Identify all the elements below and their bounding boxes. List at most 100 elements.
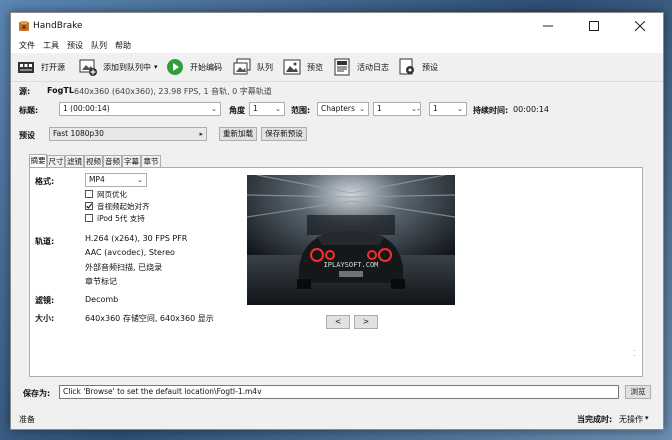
ipod-support-checkbox[interactable] xyxy=(85,214,93,222)
align-av-label: 音视频起始对齐 xyxy=(97,202,150,211)
window-title: HandBrake xyxy=(33,21,83,31)
menu-tools[interactable]: 工具 xyxy=(43,40,59,51)
close-icon xyxy=(635,21,645,31)
track-video: H.264 (x264), 30 FPS PFR xyxy=(85,234,188,243)
chevron-down-icon: ⌄ xyxy=(457,105,463,113)
preset-selector[interactable]: Fast 1080p30 ▸ xyxy=(49,127,207,141)
chevron-down-icon[interactable]: ▾ xyxy=(645,414,649,422)
tab-filters[interactable]: 滤镜 xyxy=(65,155,84,167)
source-info: 640x360 (640x360), 23.98 FPS, 1 音轨, 0 字幕… xyxy=(74,87,272,96)
format-select-value: MP4 xyxy=(89,175,105,184)
save-as-label: 保存为: xyxy=(23,389,51,398)
source-name: FogTL xyxy=(47,86,74,95)
presets-button[interactable]: 预设 xyxy=(398,57,438,77)
handbrake-app-icon xyxy=(19,21,29,31)
preview-image-icon xyxy=(283,59,301,75)
angle-select-value: 1 xyxy=(253,104,258,113)
queue-button[interactable]: 队列 xyxy=(233,57,273,77)
add-to-queue-label: 添加到队列中 xyxy=(103,62,151,72)
checkmark-icon xyxy=(86,203,93,209)
preview-button[interactable]: 预览 xyxy=(283,57,323,77)
browse-button[interactable]: 浏览 xyxy=(625,385,651,399)
chevron-down-icon: ⌄ xyxy=(137,176,143,184)
chevron-down-icon: ⌄ xyxy=(275,105,281,113)
range-start-value: 1 xyxy=(377,104,382,113)
tab-chapters[interactable]: 章节 xyxy=(141,155,161,167)
angle-select[interactable]: 1 ⌄ xyxy=(249,102,285,116)
save-new-preset-button[interactable]: 保存新预设 xyxy=(261,127,307,141)
title-select-value: 1 (00:00:14) xyxy=(63,104,110,113)
title-select[interactable]: 1 (00:00:14) ⌄ xyxy=(59,102,221,116)
track-chapters: 章节标记 xyxy=(85,277,117,286)
menu-bar: 文件 工具 预设 队列 帮助 xyxy=(11,39,663,53)
menu-help[interactable]: 帮助 xyxy=(115,40,131,51)
angle-label: 角度 xyxy=(229,106,245,115)
title-label: 标题: xyxy=(19,106,39,115)
reload-preset-button[interactable]: 重新加载 xyxy=(219,127,257,141)
open-source-label: 打开源 xyxy=(41,62,65,72)
menu-presets[interactable]: 预设 xyxy=(67,40,83,51)
tab-subtitles[interactable]: 字幕 xyxy=(122,155,141,167)
log-icon xyxy=(334,58,350,76)
preview-watermark: IPLAYSOFT.COM xyxy=(324,261,379,269)
title-bar: HandBrake xyxy=(11,13,663,39)
tab-dimensions[interactable]: 尺寸 xyxy=(47,155,65,167)
play-icon xyxy=(167,59,183,75)
align-av-checkbox[interactable] xyxy=(85,202,93,210)
start-encode-button[interactable]: 开始编码 xyxy=(166,57,222,77)
when-done-select[interactable]: 无操作 xyxy=(619,414,643,425)
tab-video[interactable]: 视频 xyxy=(84,155,103,167)
activity-log-label: 活动日志 xyxy=(357,62,389,72)
toolbar: 打开源 添加到队列中 ▾ 开始编码 队列 预览 活动日志 预设 xyxy=(11,54,663,82)
minimize-button[interactable] xyxy=(525,13,571,39)
handbrake-window: HandBrake 文件 工具 预设 队列 帮助 打开源 添加到队列中 ▾ 开始… xyxy=(10,12,664,430)
format-select[interactable]: MP4 ⌄ xyxy=(85,173,147,187)
activity-log-button[interactable]: 活动日志 xyxy=(333,57,389,77)
chevron-down-icon: ⌄ xyxy=(359,105,365,113)
queue-icon xyxy=(233,58,251,75)
range-label: 范围: xyxy=(291,106,311,115)
resize-grip-icon[interactable]: ⁚ xyxy=(633,349,636,358)
open-source-button[interactable]: 打开源 xyxy=(17,57,65,77)
track-audio: AAC (avcodec), Stereo xyxy=(85,248,175,257)
add-queue-icon xyxy=(79,59,97,76)
web-optimized-checkbox[interactable] xyxy=(85,190,93,198)
range-start-select[interactable]: 1 ⌄ xyxy=(373,102,421,116)
preview-prev-button[interactable]: < xyxy=(326,315,350,329)
maximize-icon xyxy=(589,21,599,31)
chevron-down-icon[interactable]: ▾ xyxy=(154,63,158,71)
preview-next-button[interactable]: > xyxy=(354,315,378,329)
preview-image: IPLAYSOFT.COM xyxy=(247,175,455,305)
web-optimized-label: 网页优化 xyxy=(97,190,127,199)
film-strip-icon xyxy=(18,62,34,73)
tracks-label: 轨道: xyxy=(35,237,55,246)
range-end-select[interactable]: 1 ⌄ xyxy=(429,102,467,116)
maximize-button[interactable] xyxy=(571,13,617,39)
status-bar: 准备 当完成时: 无操作 ▾ xyxy=(11,411,663,429)
tab-audio[interactable]: 音频 xyxy=(103,155,122,167)
range-type-value: Chapters xyxy=(321,104,355,113)
presets-label: 预设 xyxy=(422,62,438,72)
range-type-select[interactable]: Chapters ⌄ xyxy=(317,102,369,116)
filters-label: 滤镜: xyxy=(35,296,55,305)
menu-queue[interactable]: 队列 xyxy=(91,40,107,51)
minimize-icon xyxy=(543,25,553,27)
source-label: 源: xyxy=(19,87,31,96)
ipod-support-label: iPod 5代 支持 xyxy=(97,214,145,223)
size-value: 640x360 存储空间, 640x360 显示 xyxy=(85,314,214,323)
duration-label: 持续时间: xyxy=(473,106,509,115)
status-text: 准备 xyxy=(19,415,35,424)
close-button[interactable] xyxy=(617,13,663,39)
menu-file[interactable]: 文件 xyxy=(19,40,35,51)
range-dash: - xyxy=(417,105,420,114)
destination-input[interactable]: Click 'Browse' to set the default locati… xyxy=(59,385,619,399)
add-to-queue-button[interactable]: 添加到队列中 ▾ xyxy=(79,57,158,77)
filters-value: Decomb xyxy=(85,295,119,304)
range-end-value: 1 xyxy=(433,104,438,113)
size-label: 大小: xyxy=(35,314,55,323)
format-label: 格式: xyxy=(35,177,55,186)
tab-summary[interactable]: 摘要 xyxy=(29,154,47,168)
duration-value: 00:00:14 xyxy=(513,105,549,114)
preset-selector-value: Fast 1080p30 xyxy=(53,129,104,138)
presets-gear-icon xyxy=(399,58,414,75)
